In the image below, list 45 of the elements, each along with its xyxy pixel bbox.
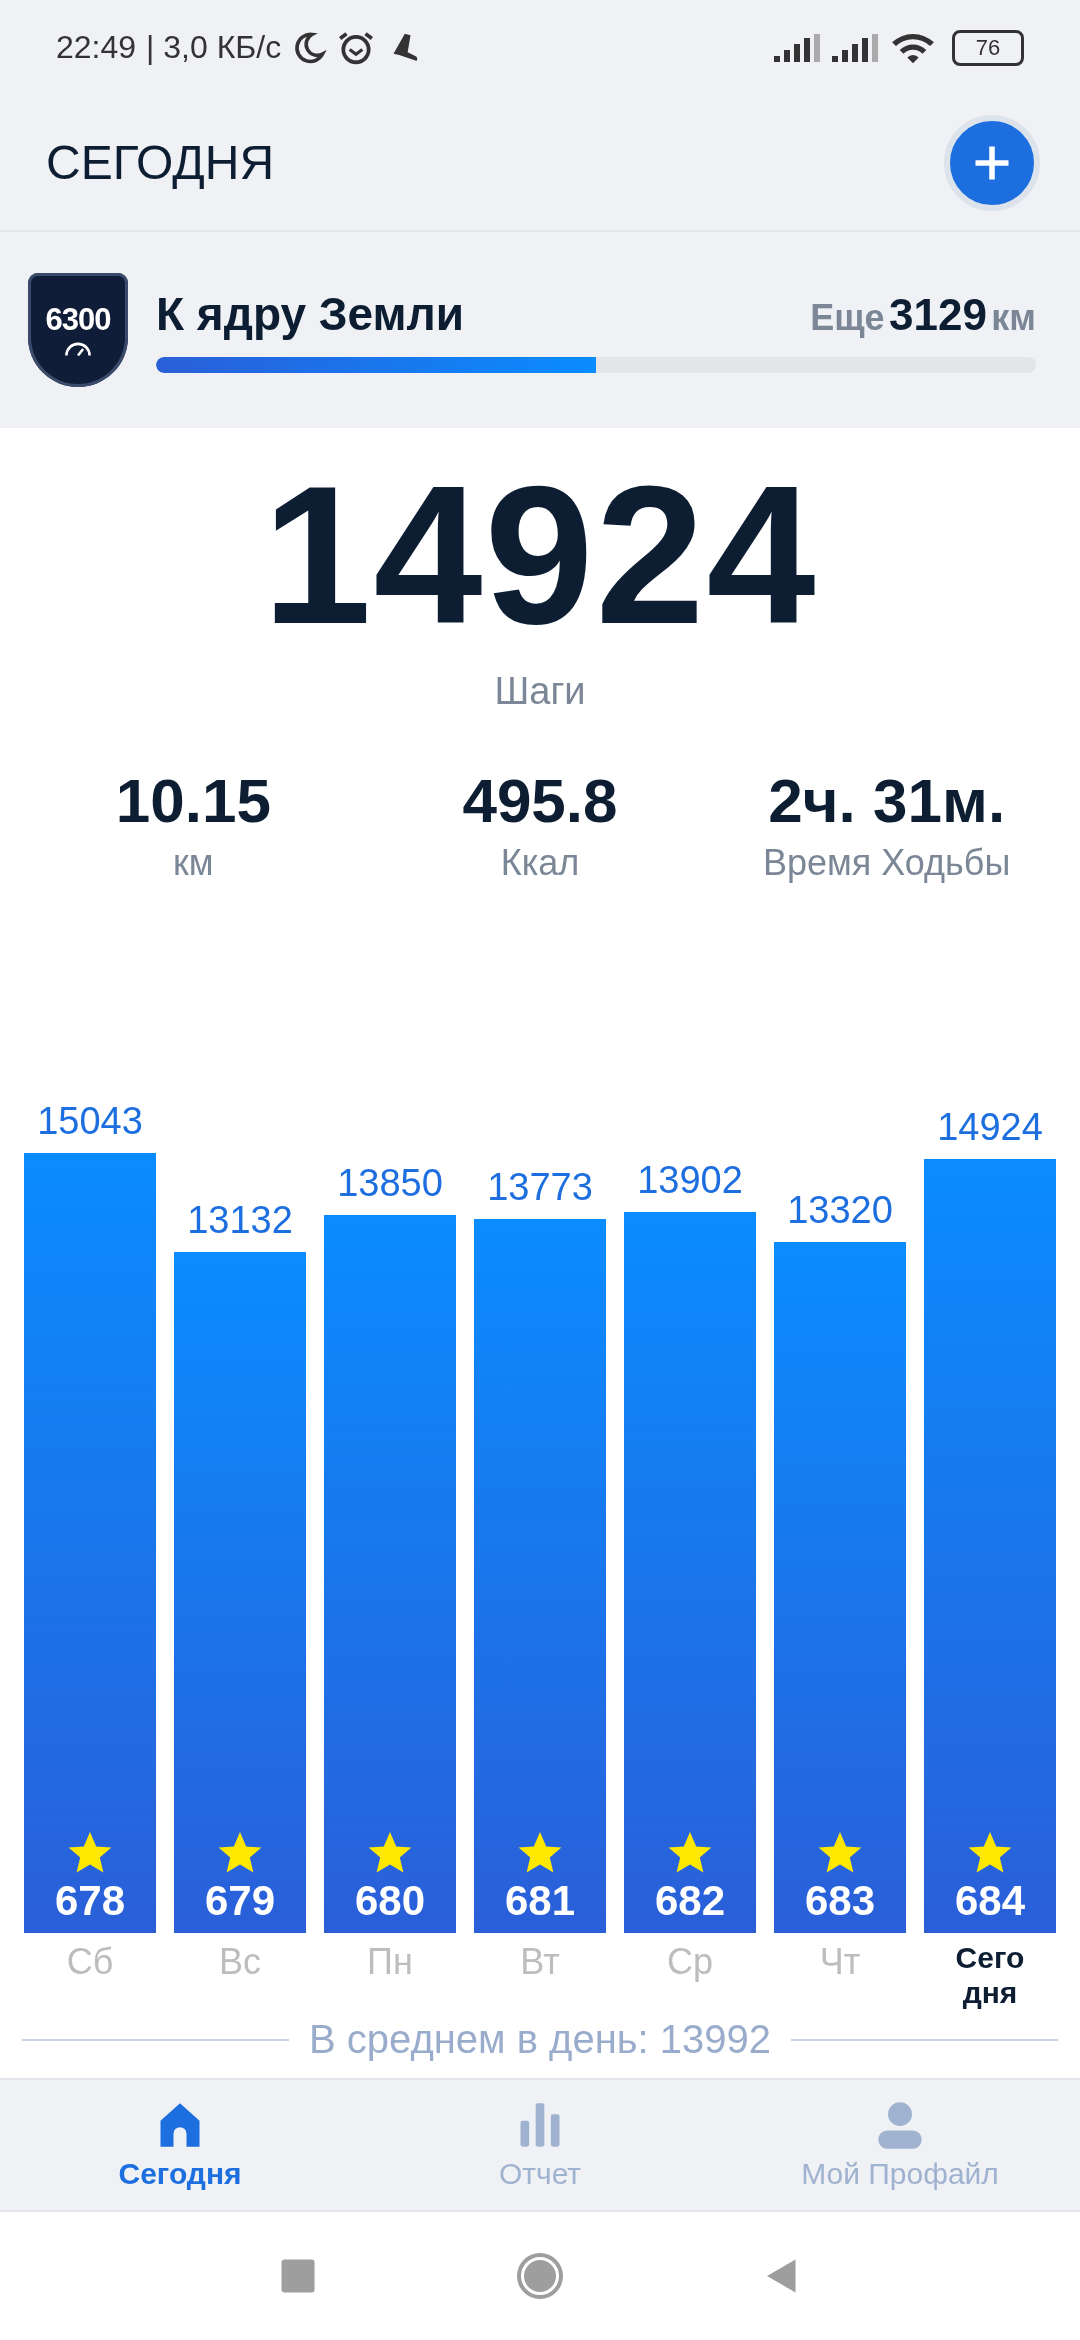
day-label: Сб [66,1941,114,1984]
signal-icon [774,33,822,62]
stat-label: Время Ходьбы [762,841,1011,884]
clock: 22:49 [56,29,137,66]
bar-value: 13902 [637,1159,743,1202]
bar-badge-number: 678 [54,1877,126,1925]
bar-value: 13773 [487,1166,593,1209]
bar-badge-number: 684 [954,1877,1026,1925]
signal-icon [832,33,880,62]
daily-average: В среднем в день: 13992 [309,2017,771,2062]
remaining-distance: Еще3129км [810,290,1036,340]
bar-value: 13320 [787,1189,893,1232]
home-button[interactable] [516,2252,564,2300]
stat-value: 2ч. 31м. [768,764,1006,836]
stat-label: км [173,841,214,884]
day-label: Чт [819,1941,861,1984]
bar-value: 15043 [37,1100,143,1143]
bar-badge-number: 680 [354,1877,426,1925]
gauge-icon [62,340,94,358]
steps-label: Шаги [494,669,586,713]
stat-label: Ккал [500,841,580,884]
bar-badge-number: 681 [504,1877,576,1925]
page-title: СЕГОДНЯ [46,135,275,190]
bar-badge-number: 679 [204,1877,276,1925]
stat-value: 10.15 [115,764,271,836]
goal-title: К ядру Земли [156,287,465,341]
day-label: Пн [367,1941,413,1984]
bar-badge-number: 683 [804,1877,876,1925]
battery-level: 76 [975,34,1001,61]
nav-tab[interactable]: Мой Профайл [720,2080,1080,2210]
nav-tab[interactable]: Сегодня [0,2080,360,2210]
recents-button[interactable] [280,2258,316,2294]
day-label: Вт [520,1941,560,1984]
bar-badge-number: 682 [654,1877,726,1925]
day-label: Ср [667,1941,713,1984]
bar-value: 13132 [187,1199,293,1242]
badge-number: 6300 [45,302,111,338]
day-label: Вс [219,1941,261,1984]
nav-tab[interactable]: Отчет [360,2080,720,2210]
bar-value: 13850 [337,1162,443,1205]
step-count: 14924 [262,448,818,664]
network-speed: | 3,0 КБ/с [146,29,282,66]
bar-value: 14924 [937,1106,1043,1149]
stat-value: 495.8 [462,764,618,836]
day-label: Сегодня [955,1941,1025,2011]
